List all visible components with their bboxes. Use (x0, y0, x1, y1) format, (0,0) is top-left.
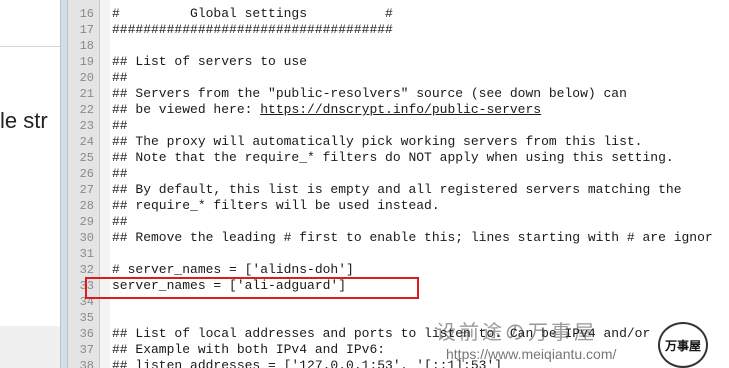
code-text[interactable]: ## require_* filters will be used instea… (112, 198, 440, 214)
background-window-text: le str (0, 108, 48, 133)
line-number: 21 (79, 87, 94, 101)
code-line[interactable]: 22 ## be viewed here: https://dnscrypt.in… (68, 102, 729, 118)
code-line[interactable]: 28 ## require_* filters will be used inst… (68, 198, 729, 214)
highlight-box (85, 277, 419, 299)
line-number: 31 (79, 247, 94, 261)
code-text-content: ## require_* filters will be used instea… (112, 198, 440, 213)
code-line[interactable]: 30 ## Remove the leading # first to enabl… (68, 230, 729, 246)
code-line[interactable]: 16 # Global settings # (68, 6, 729, 22)
background-window-footer (0, 326, 60, 368)
code-line[interactable]: 37 ## Example with both IPv4 and IPv6: (68, 342, 729, 358)
text-editor[interactable]: 16 # Global settings #17 #################… (68, 0, 729, 368)
code-text[interactable]: # server_names = ['alidns-doh'] (112, 262, 354, 278)
background-window-top (0, 0, 60, 47)
code-line[interactable]: 18 (68, 38, 729, 54)
code-line[interactable]: 19 ## List of servers to use (68, 54, 729, 70)
line-number: 35 (79, 311, 94, 325)
code-text[interactable]: ## (112, 70, 128, 86)
code-text[interactable]: ## Example with both IPv4 and IPv6: (112, 342, 385, 358)
code-text-content: # Global settings # (112, 6, 393, 21)
code-text-content: ## (112, 214, 128, 229)
code-text[interactable]: ## List of local addresses and ports to … (112, 326, 650, 342)
editor-window-border (60, 0, 68, 368)
code-text[interactable]: ## Note that the require_* filters do NO… (112, 150, 674, 166)
code-line[interactable]: 36 ## List of local addresses and ports t… (68, 326, 729, 342)
code-text-content: # server_names = ['alidns-doh'] (112, 262, 354, 277)
code-text-content: ## (112, 118, 128, 133)
code-line[interactable]: 21 ## Servers from the "public-resolvers"… (68, 86, 729, 102)
code-text-content: ## By default, this list is empty and al… (112, 182, 682, 197)
line-number: 30 (79, 231, 94, 245)
code-text[interactable]: ## listen_addresses = ['127.0.0.1:53', '… (112, 358, 502, 368)
code-text[interactable]: ## (112, 118, 128, 134)
code-line[interactable]: 32 # server_names = ['alidns-doh'] (68, 262, 729, 278)
code-text[interactable]: ## The proxy will automatically pick wor… (112, 134, 643, 150)
line-number: 25 (79, 151, 94, 165)
line-number: 27 (79, 183, 94, 197)
line-number: 24 (79, 135, 94, 149)
code-text[interactable]: ## By default, this list is empty and al… (112, 182, 682, 198)
line-number: 20 (79, 71, 94, 85)
line-number: 29 (79, 215, 94, 229)
code-text-content: ## Servers from the "public-resolvers" s… (112, 86, 627, 101)
code-line[interactable]: 24 ## The proxy will automatically pick w… (68, 134, 729, 150)
code-text-content: ## Remove the leading # first to enable … (112, 230, 713, 245)
code-line[interactable]: 27 ## By default, this list is empty and … (68, 182, 729, 198)
line-number: 38 (79, 359, 94, 368)
code-text[interactable]: # Global settings # (112, 6, 393, 22)
code-line[interactable]: 26 ## (68, 166, 729, 182)
line-number: 18 (79, 39, 94, 53)
code-line[interactable]: 38 ## listen_addresses = ['127.0.0.1:53',… (68, 358, 729, 368)
code-text-content: ## List of servers to use (112, 54, 308, 69)
code-text-content: ## be viewed here: (112, 102, 261, 117)
code-line[interactable]: 29 ## (68, 214, 729, 230)
line-number: 37 (79, 343, 94, 357)
code-line[interactable]: 20 ## (68, 70, 729, 86)
line-number: 19 (79, 55, 94, 69)
code-text[interactable]: ## (112, 214, 128, 230)
line-number: 17 (79, 23, 94, 37)
line-number: 23 (79, 119, 94, 133)
background-window: le str (0, 0, 60, 368)
code-text-content: ## Example with both IPv4 and IPv6: (112, 342, 386, 357)
code-line[interactable]: 25 ## Note that the require_* filters do … (68, 150, 729, 166)
line-number: 36 (79, 327, 94, 341)
code-text[interactable]: ## (112, 166, 128, 182)
code-text-content: ## (112, 166, 128, 181)
code-text-content: ## The proxy will automatically pick wor… (112, 134, 643, 149)
line-number: 28 (79, 199, 94, 213)
line-number: 16 (79, 7, 94, 21)
code-text[interactable]: ## Servers from the "public-resolvers" s… (112, 86, 627, 102)
code-line[interactable]: 17 #################################### (68, 22, 729, 38)
code-text-content: ## List of local addresses and ports to … (112, 326, 651, 341)
code-text[interactable]: ## Remove the leading # first to enable … (112, 230, 713, 246)
code-text-content: ## listen_addresses = ['127.0.0.1:53', '… (112, 358, 503, 368)
code-text-content: ## (112, 70, 128, 85)
code-text[interactable]: ## be viewed here: https://dnscrypt.info… (112, 102, 541, 118)
code-line[interactable]: 23 ## (68, 118, 729, 134)
code-text-content: #################################### (112, 22, 393, 37)
code-text[interactable]: ## List of servers to use (112, 54, 307, 70)
line-number: 22 (79, 103, 94, 117)
code-line[interactable]: 35 (68, 310, 729, 326)
code-text-content: ## Note that the require_* filters do NO… (112, 150, 674, 165)
code-link[interactable]: https://dnscrypt.info/public-servers (260, 102, 541, 117)
line-number: 32 (79, 263, 94, 277)
code-text[interactable]: #################################### (112, 22, 393, 38)
line-number: 26 (79, 167, 94, 181)
code-line[interactable]: 31 (68, 246, 729, 262)
